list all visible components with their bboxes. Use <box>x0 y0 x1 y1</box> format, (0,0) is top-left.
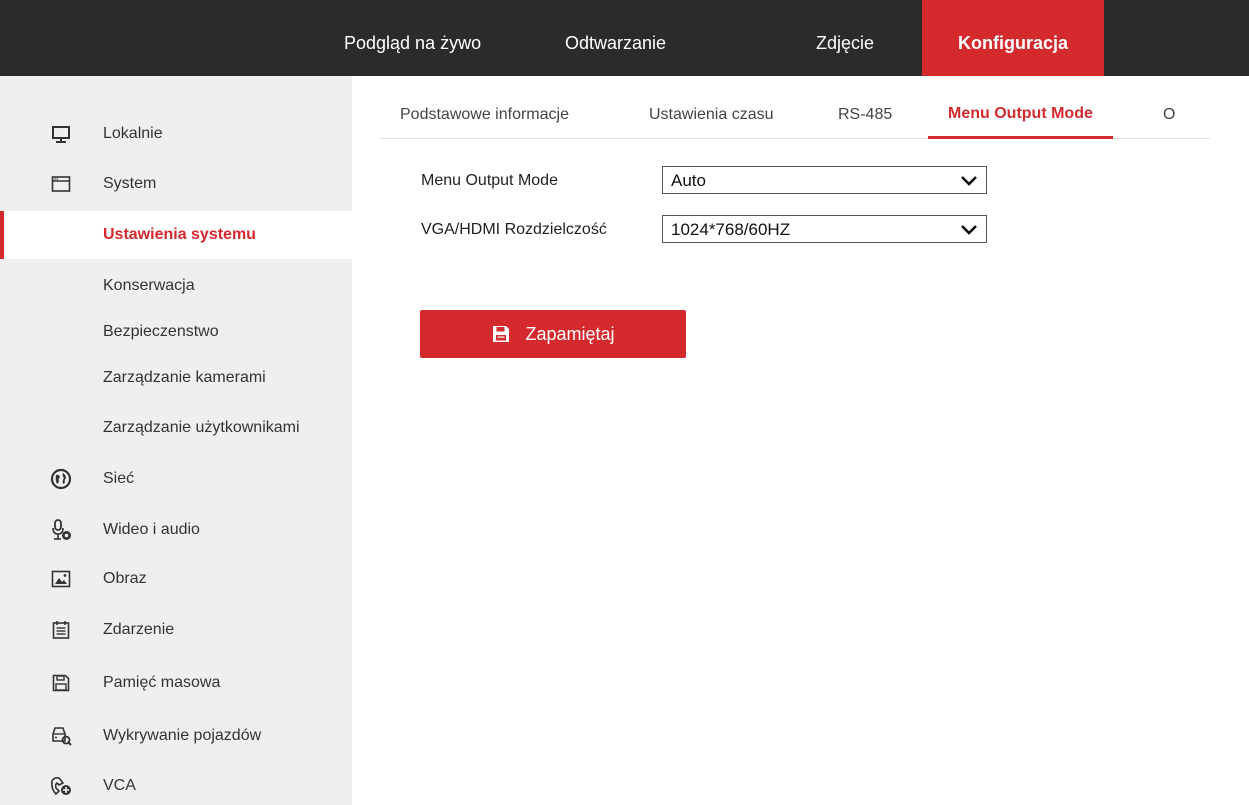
tab-time-settings[interactable]: Ustawienia czasu <box>649 95 774 139</box>
sidebar-item-label: Bezpieczenstwo <box>103 323 219 340</box>
image-icon <box>50 568 72 590</box>
sidebar-item-video-audio[interactable]: Wideo i audio <box>0 506 352 554</box>
monitor-icon <box>50 123 72 145</box>
chevron-down-icon <box>961 225 977 235</box>
output-mode-value: Auto <box>671 171 706 190</box>
chevron-down-icon <box>961 176 977 186</box>
sidebar-item-label: Wykrywanie pojazdów <box>103 727 262 744</box>
sidebar-item-camera-management[interactable]: Zarządzanie kamerami <box>0 354 352 402</box>
sidebar-item-user-management[interactable]: Zarządzanie użytkownikami <box>0 404 352 452</box>
resolution-label: VGA/HDMI Rozdzielczość <box>421 221 607 238</box>
sidebar-item-label: Obraz <box>103 570 147 587</box>
save-button[interactable]: Zapamiętaj <box>420 310 686 358</box>
sidebar-item-storage[interactable]: Pamięć masowa <box>0 659 352 707</box>
sidebar-item-label: Zarządzanie kamerami <box>103 369 266 386</box>
top-nav-playback[interactable]: Odtwarzanie <box>565 0 666 76</box>
sidebar-item-label: Ustawienia systemu <box>103 226 256 243</box>
floppy-icon <box>493 326 510 342</box>
output-mode-label: Menu Output Mode <box>421 172 558 189</box>
sidebar-item-network[interactable]: Sieć <box>0 455 352 503</box>
settings-tabs: Podstawowe informacje Ustawienia czasu R… <box>380 95 1210 139</box>
resolution-select[interactable]: 1024*768/60HZ <box>662 215 987 243</box>
top-bar: Podgląd na żywo Odtwarzanie Zdjęcie Konf… <box>0 0 1249 76</box>
sidebar-item-vca[interactable]: VCA <box>0 762 352 805</box>
tab-menu-output-mode[interactable]: Menu Output Mode <box>928 95 1113 139</box>
sidebar-item-image[interactable]: Obraz <box>0 555 352 603</box>
vehicle-search-icon <box>50 725 72 747</box>
save-button-label: Zapamiętaj <box>525 323 615 344</box>
top-nav-picture[interactable]: Zdjęcie <box>816 0 874 76</box>
output-mode-select[interactable]: Auto <box>662 166 987 194</box>
sidebar-item-label: Konserwacja <box>103 277 195 294</box>
window-icon <box>50 173 72 195</box>
calendar-icon <box>50 619 72 641</box>
sidebar-item-label: Zdarzenie <box>103 621 175 638</box>
tab-more[interactable]: O <box>1163 95 1175 139</box>
sidebar-item-vehicle-detection[interactable]: Wykrywanie pojazdów <box>0 712 352 760</box>
sidebar-item-label: Sieć <box>103 470 135 487</box>
sidebar-item-system[interactable]: System <box>0 160 352 208</box>
microphone-icon <box>50 519 72 541</box>
sidebar-item-label: VCA <box>103 777 136 794</box>
top-nav-live-view[interactable]: Podgląd na żywo <box>344 0 481 76</box>
floppy-icon <box>50 672 72 694</box>
sidebar-item-label: Zarządzanie użytkownikami <box>103 419 300 436</box>
sidebar-item-local[interactable]: Lokalnie <box>0 110 352 158</box>
top-nav-configuration[interactable]: Konfiguracja <box>922 0 1105 76</box>
sidebar-item-label: Pamięć masowa <box>103 674 221 691</box>
tab-basic-information[interactable]: Podstawowe informacje <box>400 95 569 139</box>
sidebar-item-label: Wideo i audio <box>103 521 200 538</box>
sidebar-item-event[interactable]: Zdarzenie <box>0 606 352 654</box>
sidebar: Lokalnie System Ustawienia systemu Konse… <box>0 76 352 805</box>
globe-icon <box>50 468 72 490</box>
resolution-value: 1024*768/60HZ <box>671 220 791 239</box>
sidebar-item-security[interactable]: Bezpieczenstwo <box>0 308 352 356</box>
sidebar-item-system-settings[interactable]: Ustawienia systemu <box>0 211 352 259</box>
sidebar-item-maintenance[interactable]: Konserwacja <box>0 262 352 310</box>
sidebar-item-label: Lokalnie <box>103 125 163 142</box>
vca-icon <box>50 775 72 797</box>
sidebar-item-label: System <box>103 175 157 192</box>
tab-rs485[interactable]: RS-485 <box>838 95 892 139</box>
